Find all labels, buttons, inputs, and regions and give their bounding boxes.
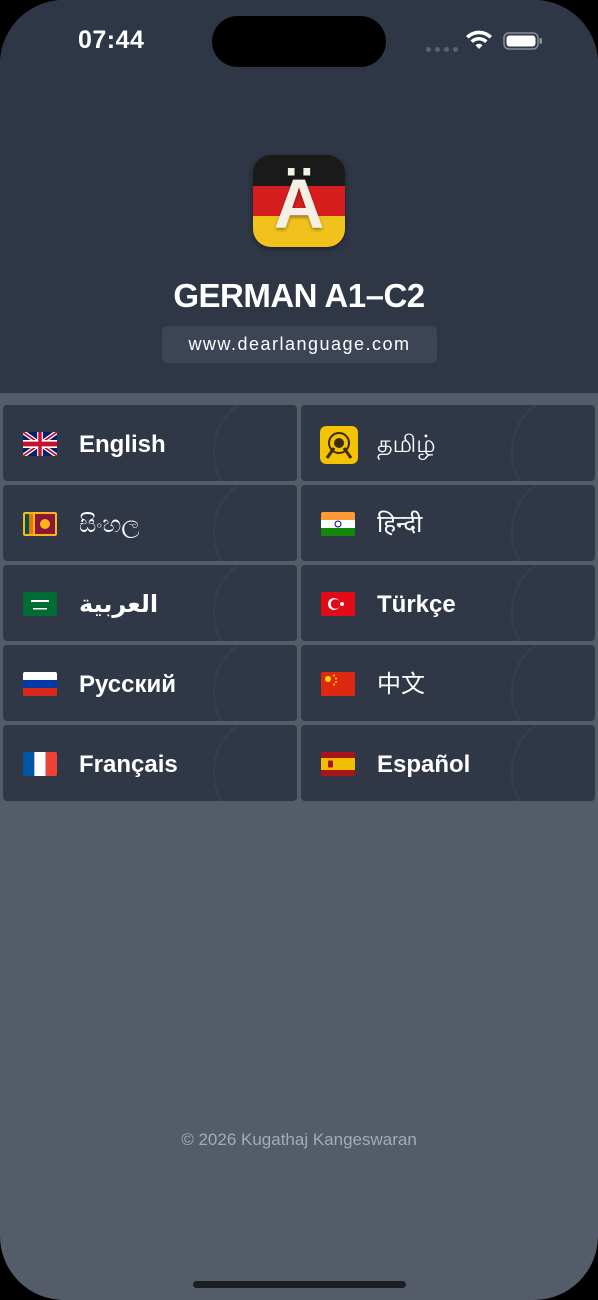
china-flag-icon (321, 672, 355, 696)
language-label: 中文 (377, 671, 425, 698)
language-tile-english[interactable]: English (3, 405, 297, 481)
app-title: GERMAN A1–C2 (173, 277, 425, 314)
website-link[interactable]: www.dearlanguage.com (162, 326, 437, 363)
dynamic-island (212, 16, 386, 67)
language-label: Русский (79, 671, 176, 698)
language-label: Français (79, 751, 178, 778)
language-label: தமிழ் (377, 431, 436, 458)
language-tile-russian[interactable]: Русский (3, 645, 297, 721)
app-logo-icon: Ä (253, 155, 345, 247)
language-tile-sinhala[interactable]: සිංහල (3, 485, 297, 561)
language-label: हिन्दी (377, 511, 423, 538)
spain-flag-icon (321, 752, 355, 776)
sri-lanka-flag-icon (23, 512, 57, 536)
india-flag-icon (321, 512, 355, 536)
language-tile-french[interactable]: Français (3, 725, 297, 801)
status-time: 07:44 (78, 26, 145, 54)
phone-screen: 07:44 Ä GERMAN A1–C2 www.dearlanguage.co… (0, 0, 598, 1300)
header: 07:44 Ä GERMAN A1–C2 www.dearlanguage.co… (0, 0, 598, 393)
app-logo-letter: Ä (273, 165, 325, 243)
language-label: Türkçe (377, 591, 456, 618)
home-indicator[interactable] (193, 1281, 406, 1288)
russia-flag-icon (23, 672, 57, 696)
battery-icon (503, 32, 542, 50)
language-tile-spanish[interactable]: Español (301, 725, 595, 801)
turkey-flag-icon (321, 592, 355, 616)
language-label: සිංහල (79, 511, 140, 538)
language-tile-hindi[interactable]: हिन्दी (301, 485, 595, 561)
tamil-emblem-icon (320, 426, 358, 464)
language-label: English (79, 431, 166, 458)
language-tile-arabic[interactable]: العربية (3, 565, 297, 641)
language-tile-tamil[interactable]: தமிழ் (301, 405, 595, 481)
france-flag-icon (23, 752, 57, 776)
language-label: العربية (79, 591, 159, 618)
language-tile-turkish[interactable]: Türkçe (301, 565, 595, 641)
language-tile-chinese[interactable]: 中文 (301, 645, 595, 721)
wifi-icon (466, 30, 492, 49)
language-label: Español (377, 751, 471, 778)
signal-icon (426, 39, 466, 52)
uk-flag-icon (23, 432, 57, 456)
saudi-arabia-flag-icon (23, 592, 57, 616)
copyright-text: © 2026 Kugathaj Kangeswaran (181, 1130, 417, 1149)
